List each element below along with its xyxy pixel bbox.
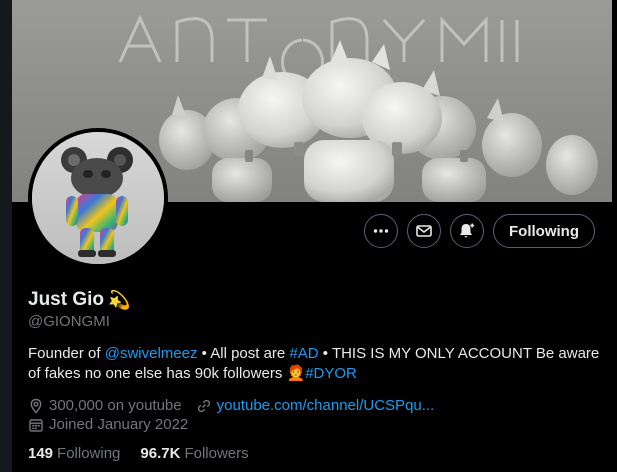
followers-stat[interactable]: 96.7K Followers	[140, 445, 248, 462]
left-sidebar-edge	[0, 0, 12, 472]
bio-emoji: 🧑‍🦰	[286, 365, 306, 382]
dizzy-emoji: 💫	[108, 289, 131, 310]
profile-meta-row-2: Joined January 2022	[28, 416, 188, 433]
following-label: Following	[57, 445, 121, 462]
mail-icon	[416, 225, 432, 237]
message-button[interactable]	[407, 214, 442, 248]
website-item: youtube.com/channel/UCSPqu...	[196, 397, 435, 414]
location-item: 300,000 on youtube	[28, 397, 182, 414]
bell-plus-icon	[460, 223, 475, 238]
calendar-icon	[29, 418, 43, 432]
location-text: 300,000 on youtube	[49, 397, 182, 414]
bio-mention-link[interactable]: @swivelmeez	[105, 345, 198, 362]
user-handle: @GIONGMI	[28, 313, 110, 330]
profile-name-row: Just Gio 💫	[28, 289, 130, 311]
followers-label: Followers	[184, 445, 249, 462]
profile-page: Following Just Gio 💫 @GIONGMI Founder of…	[0, 0, 617, 472]
profile-actions: Following	[364, 214, 595, 248]
following-count: 149	[28, 445, 54, 462]
link-icon	[197, 399, 210, 412]
bio-text-1: Founder of	[28, 345, 105, 362]
bio-text-2: • All post are	[197, 345, 290, 362]
display-name: Just Gio	[28, 289, 105, 310]
following-stat[interactable]: 149 Following	[28, 445, 120, 462]
more-button[interactable]	[364, 214, 399, 248]
profile-bio: Founder of @swivelmeez • All post are #A…	[28, 344, 603, 384]
notifications-button[interactable]	[450, 214, 485, 248]
avatar-image	[32, 132, 164, 264]
joined-text: Joined January 2022	[49, 416, 189, 433]
following-button[interactable]: Following	[493, 214, 595, 248]
joined-item: Joined January 2022	[28, 416, 188, 433]
followers-count: 96.7K	[140, 445, 181, 462]
location-pin-icon	[30, 398, 42, 414]
more-icon	[373, 229, 389, 233]
avatar[interactable]	[28, 128, 168, 268]
website-link[interactable]: youtube.com/channel/UCSPqu...	[217, 397, 435, 414]
bio-hashtag-ad[interactable]: #AD	[289, 345, 318, 362]
follow-stats: 149 Following 96.7K Followers	[28, 445, 249, 462]
bio-hashtag-dyor[interactable]: #DYOR	[305, 365, 357, 382]
profile-meta-row-1: 300,000 on youtube youtube.com/channel/U…	[28, 397, 434, 414]
